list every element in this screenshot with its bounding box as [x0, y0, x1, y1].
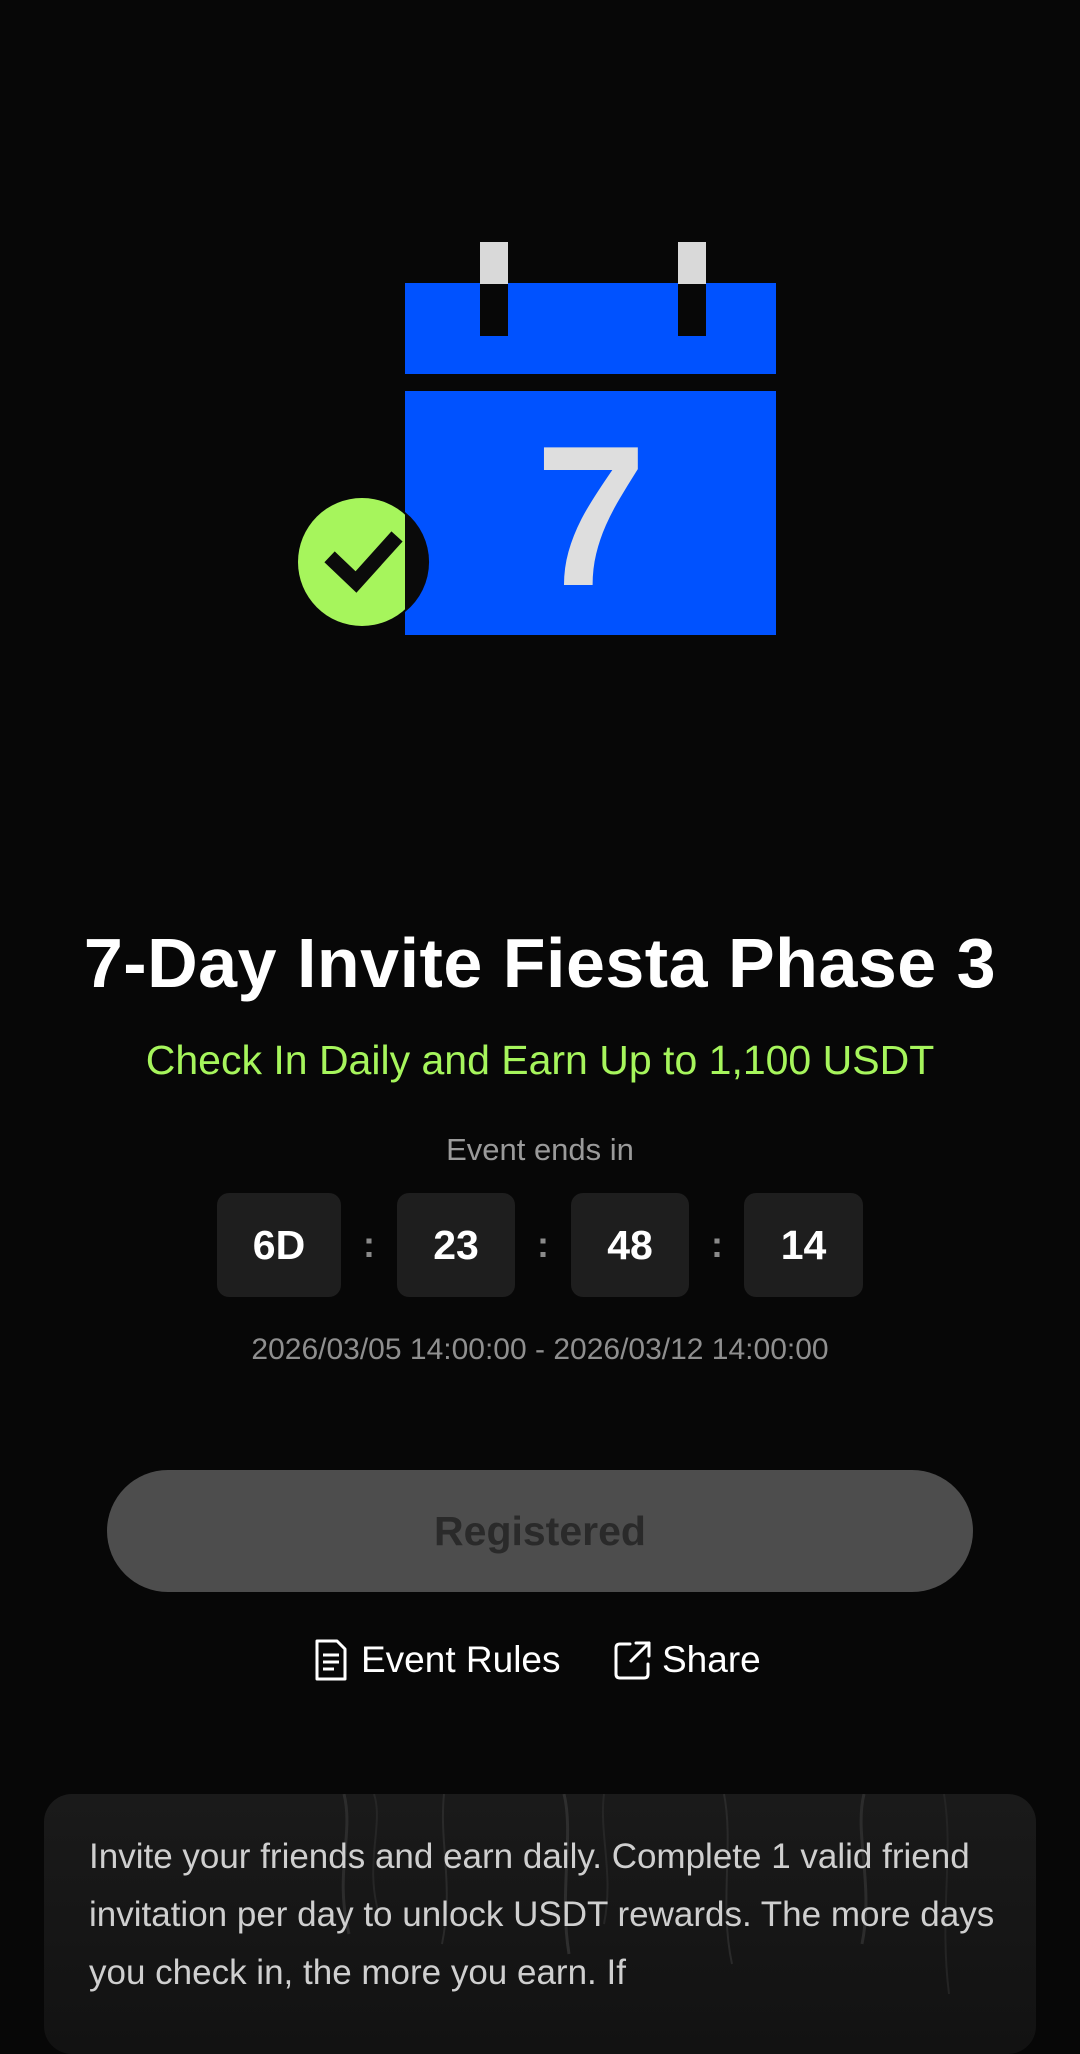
countdown-minutes: 48: [571, 1193, 689, 1297]
event-rules-label: Event Rules: [361, 1639, 561, 1680]
calendar-day-number: 7: [535, 405, 646, 628]
page-subtitle: Check In Daily and Earn Up to 1,100 USDT: [145, 1037, 935, 1083]
countdown-separator: :: [363, 1224, 375, 1265]
event-rules-link[interactable]: Event Rules: [311, 1632, 561, 1688]
action-links: Event Rules Share: [0, 1632, 1080, 1688]
countdown-separator: :: [711, 1224, 723, 1265]
countdown-separator: :: [537, 1224, 549, 1265]
share-link[interactable]: Share: [612, 1632, 761, 1688]
event-date-range: 2026/03/05 14:00:00 - 2026/03/12 14:00:0…: [251, 1333, 829, 1366]
description-text: Invite your friends and earn daily. Comp…: [89, 1837, 995, 1992]
countdown-seconds: 14: [744, 1193, 863, 1297]
countdown-days: 6D: [217, 1193, 341, 1297]
description-card: Invite your friends and earn daily. Comp…: [44, 1794, 1036, 2054]
share-icon: [614, 1641, 651, 1680]
registered-button[interactable]: Registered: [107, 1470, 973, 1592]
countdown-hours: 23: [397, 1193, 515, 1297]
calendar-header: [405, 283, 776, 374]
countdown-timer: 6D : 23 : 48 : 14: [0, 1193, 1080, 1297]
countdown-label: Event ends in: [446, 1132, 634, 1167]
document-icon: [315, 1639, 347, 1681]
share-label: Share: [662, 1639, 761, 1680]
hero-illustration: 7: [0, 0, 1080, 900]
calendar-check-icon: 7: [298, 242, 776, 635]
page-title: 7-Day Invite Fiesta Phase 3: [83, 924, 997, 1002]
